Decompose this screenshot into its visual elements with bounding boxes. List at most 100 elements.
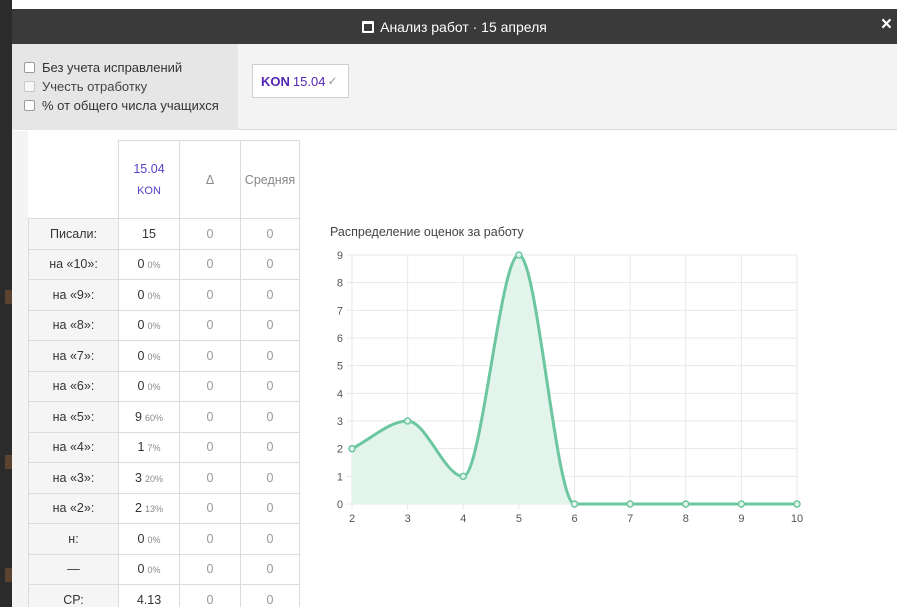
row-average: 0 bbox=[240, 462, 300, 494]
row-delta: 0 bbox=[179, 431, 241, 463]
background-fragment bbox=[5, 455, 12, 469]
row-value: 0 0% bbox=[118, 279, 180, 311]
row-value: 0 0% bbox=[118, 370, 180, 402]
data-point bbox=[403, 417, 412, 425]
calendar-icon bbox=[362, 20, 375, 33]
row-count: 2 bbox=[135, 501, 142, 516]
x-tick-label: 6 bbox=[571, 513, 577, 525]
option-include-retakes[interactable]: Учесть отработку bbox=[24, 77, 238, 96]
option-label: % от общего числа учащихся bbox=[42, 98, 219, 113]
row-count: 3 bbox=[135, 470, 142, 485]
row-count: 0 bbox=[137, 318, 145, 333]
row-delta: 0 bbox=[179, 340, 241, 372]
row-count: 0 bbox=[137, 379, 145, 394]
data-point bbox=[515, 251, 523, 259]
content-gutter bbox=[12, 131, 28, 607]
row-average: 0 bbox=[240, 492, 300, 524]
row-value: 0 0% bbox=[118, 523, 180, 555]
table-row: —0 0% 0 0 bbox=[28, 553, 300, 585]
table-row: на «10»: 0 0% 0 0 bbox=[28, 248, 300, 280]
checkbox[interactable] bbox=[24, 100, 35, 111]
y-tick-label: 7 bbox=[337, 305, 343, 317]
option-label: Без учета исправлений bbox=[42, 60, 183, 75]
row-average: 0 bbox=[240, 553, 300, 585]
header-delta: Δ bbox=[179, 140, 241, 219]
row-label: СР: bbox=[28, 584, 119, 607]
row-label: на «5»: bbox=[28, 401, 119, 433]
row-delta: 0 bbox=[179, 218, 241, 250]
row-average: 0 bbox=[240, 340, 300, 372]
row-delta: 0 bbox=[179, 492, 241, 524]
close-icon[interactable]: × bbox=[881, 15, 892, 35]
row-count: 9 bbox=[135, 409, 142, 424]
row-value: 0 0% bbox=[118, 309, 180, 341]
option-percent-of-students[interactable]: % от общего числа учащихся bbox=[24, 96, 238, 115]
row-percent: 20% bbox=[144, 473, 163, 484]
row-average: 0 bbox=[240, 309, 300, 341]
row-delta: 0 bbox=[179, 248, 241, 280]
background-fragment bbox=[5, 568, 12, 582]
row-percent: 7% bbox=[147, 443, 161, 454]
row-average: 0 bbox=[240, 401, 300, 433]
data-point bbox=[682, 500, 690, 508]
table-row: на «2»: 2 13% 0 0 bbox=[28, 492, 300, 524]
dialog-title: Анализ работ · 15 апреля bbox=[380, 18, 547, 35]
x-tick-label: 3 bbox=[405, 513, 411, 525]
work-code: KON bbox=[261, 73, 290, 89]
table-row: на «9»: 0 0% 0 0 bbox=[28, 279, 300, 311]
row-delta: 0 bbox=[179, 279, 241, 311]
row-percent: 0% bbox=[147, 290, 161, 301]
y-tick-label: 8 bbox=[337, 278, 343, 290]
dialog-titlebar: Анализ работ · 15 апреля × bbox=[12, 9, 897, 44]
row-value: 2 13% bbox=[118, 492, 180, 524]
option-label: Учесть отработку bbox=[42, 79, 148, 94]
work-chip[interactable]: KON 15.04 ✓ bbox=[252, 64, 349, 98]
x-tick-label: 4 bbox=[460, 513, 466, 525]
row-average: 0 bbox=[240, 584, 300, 607]
data-point bbox=[793, 500, 801, 508]
row-value: 4.13 bbox=[118, 584, 180, 607]
stats-table: 15.04 KON Δ Средняя Писали: 15 0 0 на «10»: 0… bbox=[28, 140, 300, 607]
table-row: на «4»: 1 7% 0 0 bbox=[28, 431, 300, 463]
row-delta: 0 bbox=[179, 309, 241, 341]
table-row: на «7»: 0 0% 0 0 bbox=[28, 340, 300, 372]
row-value: 0 0% bbox=[118, 340, 180, 372]
row-average: 0 bbox=[240, 248, 300, 280]
row-label: на «2»: bbox=[28, 492, 119, 524]
row-average: 0 bbox=[240, 431, 300, 463]
row-label: н: bbox=[28, 523, 119, 555]
work-date: 15.04 bbox=[292, 73, 326, 89]
row-count: 15 bbox=[142, 226, 156, 241]
header-empty-cell bbox=[28, 140, 119, 219]
row-label: Писали: bbox=[28, 218, 119, 250]
header-work-date: 15.04 bbox=[133, 161, 165, 176]
row-label: на «3»: bbox=[28, 462, 119, 494]
row-average: 0 bbox=[240, 523, 300, 555]
row-count: 0 bbox=[137, 562, 145, 577]
options-panel: Без учета исправлений Учесть отработку %… bbox=[12, 44, 238, 130]
row-value: 3 20% bbox=[118, 462, 180, 494]
options-bar: Без учета исправлений Учесть отработку %… bbox=[12, 44, 897, 130]
row-percent: 0% bbox=[147, 382, 161, 393]
x-tick-label: 7 bbox=[627, 513, 633, 525]
y-tick-label: 0 bbox=[337, 499, 343, 511]
row-average: 0 bbox=[240, 370, 300, 402]
checkbox[interactable] bbox=[24, 81, 35, 92]
table-row: на «6»: 0 0% 0 0 bbox=[28, 370, 300, 402]
data-point bbox=[737, 500, 746, 508]
row-percent: 0% bbox=[147, 351, 161, 362]
row-label: на «4»: bbox=[28, 431, 119, 463]
table-row: на «5»: 9 60% 0 0 bbox=[28, 401, 300, 433]
y-tick-label: 6 bbox=[337, 333, 343, 345]
y-tick-label: 9 bbox=[337, 250, 343, 262]
row-label: — bbox=[28, 553, 119, 585]
option-no-corrections[interactable]: Без учета исправлений bbox=[24, 58, 238, 77]
row-count: 4.13 bbox=[136, 592, 162, 607]
checkbox[interactable] bbox=[24, 62, 35, 73]
data-point bbox=[570, 500, 579, 508]
data-point bbox=[626, 500, 634, 508]
row-percent: 0% bbox=[147, 534, 161, 545]
row-label: на «6»: bbox=[28, 370, 119, 402]
table-row: СР: 4.13 0 0 bbox=[28, 584, 300, 607]
row-delta: 0 bbox=[179, 523, 241, 555]
